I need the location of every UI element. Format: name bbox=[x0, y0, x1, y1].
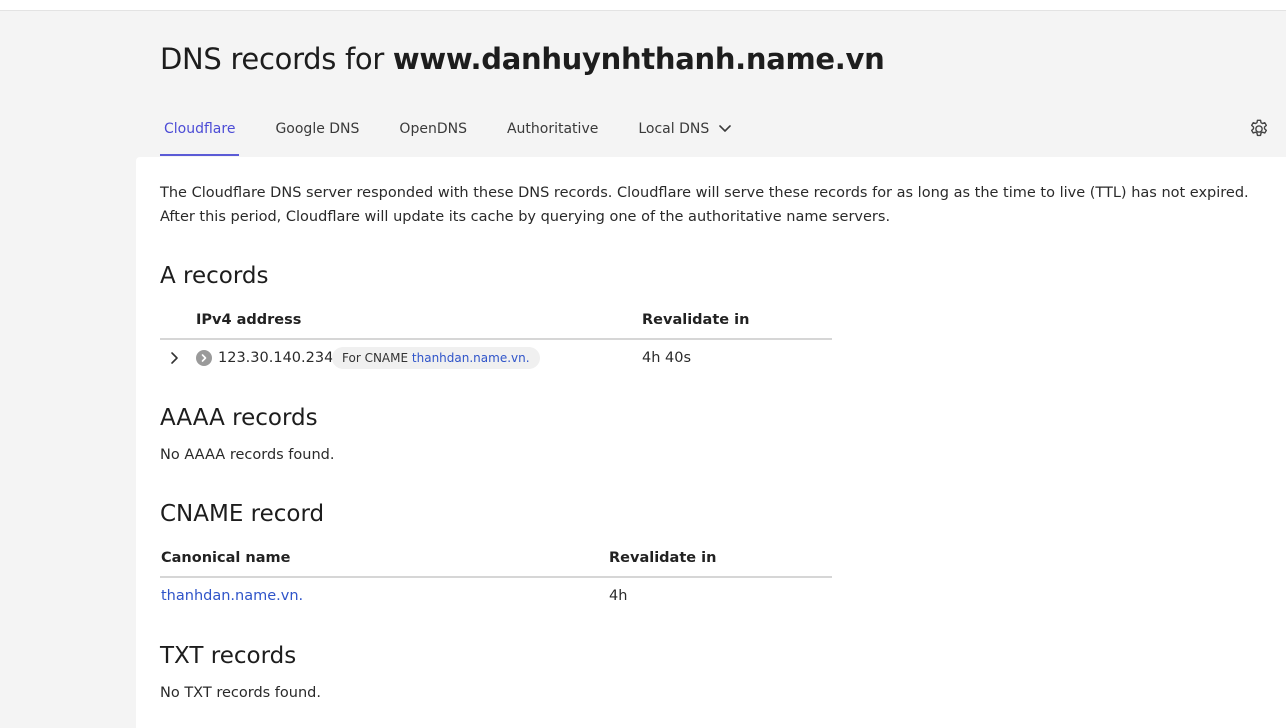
cname-link[interactable]: thanhdan.name.vn. bbox=[412, 351, 530, 365]
column-header: Canonical name bbox=[161, 550, 291, 566]
top-bar bbox=[0, 0, 1286, 11]
revalidate-value: 4h 40s bbox=[642, 350, 692, 366]
aaaa-empty-text: No AAAA records found. bbox=[160, 447, 335, 463]
cname-badge: For CNAME thanhdan.name.vn. bbox=[332, 347, 540, 369]
tab-google-dns[interactable]: Google DNS bbox=[271, 110, 363, 156]
a-records-title: A records bbox=[160, 263, 269, 289]
table-row: 123.30.140.234 For CNAME thanhdan.name.v… bbox=[160, 340, 832, 376]
tab-opendns[interactable]: OpenDNS bbox=[395, 110, 471, 156]
cname-record-table: Canonical name Revalidate in thanhdan.na… bbox=[160, 540, 832, 614]
page-title-domain: www.danhuynhthanh.name.vn bbox=[392, 42, 885, 76]
table-header: Canonical name Revalidate in bbox=[160, 540, 832, 578]
a-records-table: IPv4 address Revalidate in 123.30.140.23… bbox=[160, 302, 832, 376]
tab-label: Local DNS bbox=[638, 121, 710, 137]
cname-record-title: CNAME record bbox=[160, 501, 325, 527]
tab-label: Google DNS bbox=[275, 121, 360, 137]
tab-label: Cloudflare bbox=[164, 121, 236, 137]
chevron-right-icon[interactable] bbox=[166, 349, 184, 367]
page-title-prefix: DNS records for bbox=[160, 42, 384, 76]
info-circle-icon[interactable] bbox=[196, 350, 212, 366]
canonical-name-link[interactable]: thanhdan.name.vn. bbox=[161, 578, 303, 614]
column-header: IPv4 address bbox=[196, 312, 302, 328]
column-header: Revalidate in bbox=[642, 312, 750, 328]
table-header: IPv4 address Revalidate in bbox=[160, 302, 832, 340]
aaaa-records-title: AAAA records bbox=[160, 405, 318, 431]
resolver-tabs: Cloudflare Google DNS OpenDNS Authoritat… bbox=[160, 110, 769, 156]
column-header: Revalidate in bbox=[609, 550, 717, 566]
badge-label: For CNAME bbox=[342, 351, 409, 365]
revalidate-value: 4h bbox=[609, 588, 628, 604]
tab-label: OpenDNS bbox=[399, 121, 467, 137]
tab-local-dns[interactable]: Local DNS bbox=[634, 110, 737, 156]
txt-records-title: TXT records bbox=[160, 643, 297, 669]
page-title: DNS records for www.danhuynhthanh.name.v… bbox=[160, 42, 885, 76]
intro-text: The Cloudflare DNS server responded with… bbox=[160, 185, 1249, 225]
gear-icon[interactable] bbox=[1248, 118, 1270, 140]
chevron-down-icon bbox=[719, 125, 732, 132]
ipv4-address: 123.30.140.234 bbox=[218, 350, 334, 366]
table-row: thanhdan.name.vn. 4h bbox=[160, 578, 832, 614]
tab-cloudflare[interactable]: Cloudflare bbox=[160, 110, 240, 156]
txt-empty-text: No TXT records found. bbox=[160, 685, 321, 701]
tab-label: Authoritative bbox=[506, 121, 599, 137]
results-panel: The Cloudflare DNS server responded with… bbox=[136, 157, 1286, 728]
tab-authoritative[interactable]: Authoritative bbox=[503, 110, 602, 156]
